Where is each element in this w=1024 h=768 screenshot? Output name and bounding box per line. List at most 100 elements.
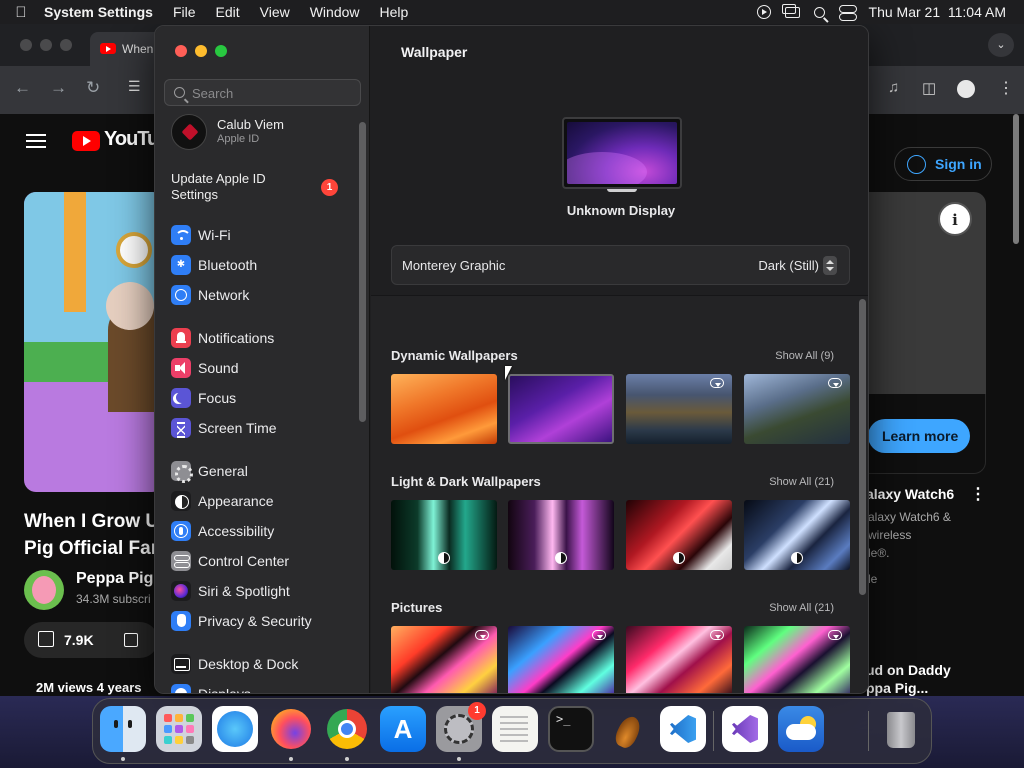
wallpaper-thumb-catalina-evening[interactable] — [744, 374, 850, 444]
hamburger-menu-icon[interactable] — [26, 134, 46, 148]
appearance-mode-stepper-icon[interactable] — [823, 256, 837, 275]
spotlight-icon[interactable] — [813, 6, 825, 18]
wallpaper-thumb-catalina-day[interactable] — [626, 374, 732, 444]
control-center-icon[interactable] — [838, 5, 857, 21]
youtube-logo-icon[interactable] — [72, 131, 100, 151]
dock-vscode-icon[interactable] — [660, 706, 706, 752]
sidebar-item-control-center[interactable]: Control Center — [171, 548, 356, 574]
menu-app-name[interactable]: System Settings — [42, 4, 163, 20]
appearance-mode-value[interactable]: Dark (Still) — [758, 258, 819, 273]
dock-weather-icon[interactable] — [778, 706, 824, 752]
window-controls — [175, 45, 227, 57]
menu-edit[interactable]: Edit — [206, 4, 250, 20]
sidebar-item-screen-time[interactable]: Screen Time — [171, 415, 356, 441]
apple-id-account[interactable]: Calub Viem Apple ID — [171, 114, 351, 154]
dock-garageband-icon[interactable] — [604, 706, 650, 752]
apple-menu-icon[interactable]:  — [0, 4, 42, 21]
dock-terminal-icon[interactable] — [548, 706, 594, 752]
dock-running-indicator — [457, 757, 461, 761]
like-count[interactable]: 7.9K — [64, 632, 94, 648]
update-apple-id-item[interactable]: Update Apple ID Settings 1 — [171, 171, 356, 207]
sign-in-button[interactable]: Sign in — [894, 147, 992, 181]
dock-trash-icon[interactable] — [878, 706, 924, 752]
menu-view[interactable]: View — [250, 4, 300, 20]
mouse-pointer-icon — [505, 366, 512, 380]
menu-window[interactable]: Window — [300, 4, 370, 20]
search-input[interactable] — [192, 84, 352, 102]
wallpaper-thumb-picture-2[interactable] — [508, 626, 614, 693]
wallpaper-thumb-light-dark-4[interactable] — [744, 500, 850, 570]
dock-finder-icon[interactable] — [100, 706, 146, 752]
side-panel-icon[interactable]: ◫ — [922, 79, 936, 97]
wallpaper-thumb-light-dark-2[interactable] — [508, 500, 614, 570]
wallpaper-thumb-ventura[interactable] — [391, 374, 497, 444]
next-video-title-1[interactable]: ud on Daddy — [866, 662, 951, 678]
ad-line-3: le®. — [868, 546, 890, 560]
sidebar-item-privacy-security[interactable]: Privacy & Security — [171, 608, 356, 634]
dock-safari-icon[interactable] — [212, 706, 258, 752]
sidebar-scrollbar[interactable] — [359, 122, 366, 422]
settings-search[interactable] — [164, 79, 361, 106]
menu-clock[interactable]: Thu Mar 21 11:04 AM — [869, 4, 1006, 20]
reload-icon[interactable]: ↻ — [86, 78, 100, 98]
back-arrow-icon[interactable]: ← — [14, 78, 31, 98]
thumbs-up-icon[interactable] — [38, 631, 54, 647]
show-all-pictures-button[interactable]: Show All (21) — [769, 602, 834, 614]
media-controls-icon[interactable]: ♫ — [888, 79, 899, 96]
wallpaper-thumb-monterey[interactable] — [508, 374, 614, 444]
show-all-dynamic-button[interactable]: Show All (9) — [775, 350, 834, 362]
sidebar-item-displays[interactable]: Displays — [171, 681, 356, 693]
dock-visual-studio-icon[interactable] — [722, 706, 768, 752]
dock-chrome-icon[interactable] — [324, 706, 370, 752]
sidebar-item-wi-fi[interactable]: Wi-Fi — [171, 222, 356, 248]
dock-textedit-icon[interactable] — [492, 706, 538, 752]
channel-name[interactable]: Peppa Pig — [76, 570, 153, 588]
menu-help[interactable]: Help — [370, 4, 419, 20]
thumbs-down-icon[interactable] — [124, 633, 138, 647]
sidebar-item-notifications[interactable]: Notifications — [171, 325, 356, 351]
now-playing-icon[interactable] — [756, 5, 771, 19]
sidebar-item-siri-spotlight[interactable]: Siri & Spotlight — [171, 578, 356, 604]
gallery-scrollbar[interactable] — [859, 299, 866, 595]
next-video-title-2[interactable]: ppa Pig... — [866, 680, 928, 696]
minimize-window-button[interactable] — [195, 45, 207, 57]
wallpaper-selector: Monterey Graphic Dark (Still) — [391, 245, 850, 285]
sidebar-item-network[interactable]: Network — [171, 282, 356, 308]
site-settings-icon[interactable]: ☰ — [128, 78, 141, 95]
close-window-button[interactable] — [175, 45, 187, 57]
zoom-window-button[interactable] — [215, 45, 227, 57]
globe-icon — [171, 285, 191, 305]
wallpaper-thumb-light-dark-1[interactable] — [391, 500, 497, 570]
sidebar-item-sound[interactable]: Sound — [171, 355, 356, 381]
browser-menu-icon[interactable]: ⋮ — [998, 78, 1014, 98]
more-options-icon[interactable]: ⋮ — [970, 484, 986, 504]
dock-app-store-icon[interactable] — [380, 706, 426, 752]
video-player[interactable] — [24, 192, 164, 492]
dock-launchpad-icon[interactable] — [156, 706, 202, 752]
menu-file[interactable]: File — [163, 4, 206, 20]
hourglass-icon — [171, 418, 191, 438]
wallpaper-thumb-picture-3[interactable] — [626, 626, 732, 693]
sidebar-item-desktop-dock[interactable]: Desktop & Dock — [171, 651, 356, 677]
sidebar-item-accessibility[interactable]: Accessibility — [171, 518, 356, 544]
sidebar-item-appearance[interactable]: Appearance — [171, 488, 356, 514]
notification-badge: 1 — [321, 179, 338, 196]
forward-arrow-icon[interactable]: → — [50, 78, 67, 98]
channel-avatar[interactable] — [24, 570, 64, 610]
wallpaper-thumb-light-dark-3[interactable] — [626, 500, 732, 570]
screen-mirroring-icon[interactable] — [781, 3, 800, 18]
sidebar-item-focus[interactable]: Focus — [171, 385, 356, 411]
page-scrollbar[interactable] — [1013, 114, 1019, 244]
wallpaper-thumb-picture-1[interactable] — [391, 626, 497, 693]
show-all-light-dark-button[interactable]: Show All (21) — [769, 476, 834, 488]
dock-firefox-icon[interactable] — [268, 706, 314, 752]
sidebar-item-bluetooth[interactable]: Bluetooth — [171, 252, 356, 278]
video-views: 2M views 4 years — [36, 680, 142, 695]
info-icon[interactable]: i — [938, 202, 972, 236]
ad-title[interactable]: alaxy Watch6 — [866, 486, 954, 502]
chevron-down-icon[interactable]: ⌄ — [988, 33, 1014, 57]
profile-avatar-icon[interactable] — [957, 80, 975, 98]
sidebar-item-general[interactable]: General — [171, 458, 356, 484]
learn-more-button[interactable]: Learn more — [868, 419, 970, 453]
wallpaper-thumb-picture-4[interactable] — [744, 626, 850, 693]
